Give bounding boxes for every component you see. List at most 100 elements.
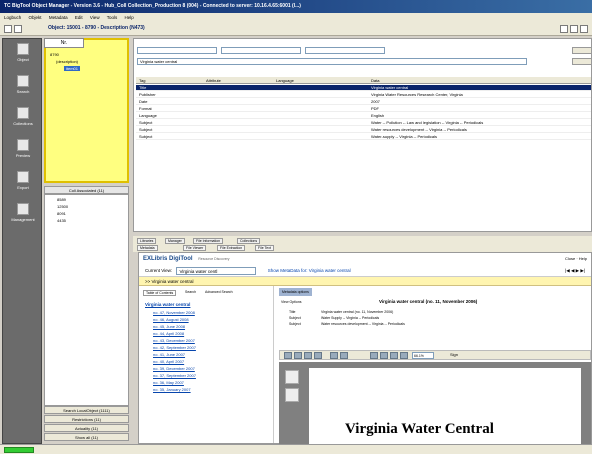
list-item[interactable]: 8091 xyxy=(57,211,66,216)
tree-node-description[interactable]: (description) xyxy=(56,59,78,64)
object-tree: 8790 (description) item01 xyxy=(44,38,129,183)
tab-collections[interactable]: Collections xyxy=(237,238,261,244)
zoom-select[interactable]: 66.1% xyxy=(412,352,434,359)
tab-toc[interactable]: Table of Contents xyxy=(143,290,177,296)
toc-item[interactable]: no. 40, April 2007 xyxy=(153,359,184,364)
menu-help[interactable]: Help xyxy=(125,15,134,20)
forward-icon[interactable] xyxy=(14,25,22,33)
toc-item[interactable]: no. 44, April 2008 xyxy=(153,331,184,336)
print-icon[interactable] xyxy=(570,25,578,33)
subtab-file-viewer[interactable]: File Viewer xyxy=(183,245,207,251)
col-data[interactable]: Data xyxy=(371,77,379,84)
save-icon[interactable] xyxy=(284,352,292,359)
subtab-metadata[interactable]: Metadata xyxy=(137,245,158,251)
toc-root[interactable]: Virginia water central xyxy=(145,302,190,307)
object-icon xyxy=(17,43,29,55)
list-header[interactable]: Coll Associated (11) xyxy=(44,186,129,194)
search-button[interactable] xyxy=(572,47,592,54)
hand-icon[interactable] xyxy=(380,352,388,359)
sidebar-item-preview[interactable]: Preview xyxy=(7,139,39,158)
pages-icon[interactable] xyxy=(285,370,299,384)
tab-manager[interactable]: Manager xyxy=(165,238,185,244)
menu-edit[interactable]: Edit xyxy=(75,15,83,20)
next-page-icon[interactable] xyxy=(340,352,348,359)
toc-item[interactable]: no. 47, November 2008 xyxy=(153,310,195,315)
close-help-links[interactable]: Close · Help xyxy=(565,253,587,265)
menu-logbuch[interactable]: Logbuch xyxy=(4,15,21,20)
sidebar-item-search[interactable]: Search xyxy=(7,75,39,94)
tree-node-selected[interactable]: item01 xyxy=(64,66,81,71)
col-tag[interactable]: Tag xyxy=(139,77,145,84)
table-row[interactable]: Subject Water resources development -- Vi… xyxy=(136,127,591,133)
list-item[interactable]: 4435 xyxy=(57,218,66,223)
back-icon[interactable] xyxy=(4,25,12,33)
restrictions-button[interactable]: Restrictions (11) xyxy=(44,415,129,423)
tab-libraries[interactable]: Libraries xyxy=(137,238,157,244)
email-icon[interactable] xyxy=(304,352,312,359)
subtab-file-extraction[interactable]: File Extraction xyxy=(217,245,246,251)
table-row[interactable]: Publisher Virginia Water Resources Resear… xyxy=(136,92,591,98)
list-item[interactable]: 12500 xyxy=(57,204,68,209)
connection-indicator xyxy=(4,447,34,453)
search-local-button[interactable]: Search LocalObject (1111) xyxy=(44,406,129,414)
toc-item[interactable]: no. 46, August 2008 xyxy=(153,317,189,322)
tab-advanced-search[interactable]: Advanced Search xyxy=(205,290,233,294)
table-row[interactable]: Title Virginia water central xyxy=(136,85,591,91)
viewer-banner: EXLibris DigiTool Resource Discovery Clo… xyxy=(139,253,591,265)
breadcrumb: >> Virginia water central xyxy=(139,277,591,286)
table-row[interactable]: Subject Water -- Pollution -- Law and leg… xyxy=(136,120,591,126)
show-metadata-link[interactable]: Show MetaData for: Virginia water centra… xyxy=(268,268,351,273)
current-view-label: Current View: xyxy=(145,268,173,273)
toc-item[interactable]: no. 45, June 2008 xyxy=(153,324,185,329)
table-row[interactable]: Format PDF xyxy=(136,106,591,112)
menu-bar: Logbuch Objekt Metadata Edit View Tools … xyxy=(0,13,592,22)
associated-list: 8589 12500 8091 4435 xyxy=(44,194,129,406)
table-row[interactable]: Language English xyxy=(136,113,591,119)
current-view-select[interactable]: Virginia water centl xyxy=(176,266,257,275)
filter-dropdown-1[interactable] xyxy=(137,47,217,54)
filter-dropdown-2[interactable] xyxy=(221,47,301,54)
select-icon[interactable] xyxy=(370,352,378,359)
search-icon[interactable] xyxy=(314,352,322,359)
menu-objekt[interactable]: Objekt xyxy=(29,15,42,20)
tab-search[interactable]: Search xyxy=(185,290,196,294)
zoom-in-icon[interactable] xyxy=(390,352,398,359)
toc-item[interactable]: no. 37, September 2007 xyxy=(153,373,196,378)
toc-item[interactable]: no. 36, May 2007 xyxy=(153,380,184,385)
actuality-button[interactable]: Actuality (11) xyxy=(44,424,129,432)
menu-metadata[interactable]: Metadata xyxy=(49,15,68,20)
menu-view[interactable]: View xyxy=(90,15,100,20)
view-options[interactable]: View Options xyxy=(281,300,302,304)
toc-item[interactable]: no. 41, June 2007 xyxy=(153,352,185,357)
menu-tools[interactable]: Tools xyxy=(107,15,118,20)
show-all-button[interactable]: Show all (11) xyxy=(44,433,129,441)
prev-page-icon[interactable] xyxy=(330,352,338,359)
pager-controls[interactable]: |◀ ◀ ▶ ▶| xyxy=(565,265,585,277)
tree-tab[interactable]: Nr. xyxy=(44,38,84,48)
sign-button[interactable]: Sign xyxy=(450,352,458,357)
clear-button[interactable] xyxy=(572,58,592,65)
table-row[interactable]: Subject Water-supply -- Virginia -- Perio… xyxy=(136,134,591,140)
zoom-out-icon[interactable] xyxy=(400,352,408,359)
sidebar-item-management[interactable]: Management xyxy=(7,203,39,222)
tree-node-root[interactable]: 8790 xyxy=(50,52,59,57)
toc-item[interactable]: no. 35, January 2007 xyxy=(153,387,191,392)
sidebar-item-export[interactable]: Export xyxy=(7,171,39,190)
table-row[interactable]: Date 2007 xyxy=(136,99,591,105)
filter-dropdown-3[interactable] xyxy=(305,47,385,54)
attachments-icon[interactable] xyxy=(285,388,299,402)
print-icon[interactable] xyxy=(294,352,302,359)
list-item[interactable]: 8589 xyxy=(57,197,66,202)
sidebar-item-collections[interactable]: Collections xyxy=(7,107,39,126)
help-icon[interactable] xyxy=(580,25,588,33)
toc-item[interactable]: no. 39, December 2007 xyxy=(153,366,195,371)
toc-item[interactable]: no. 42, September 2007 xyxy=(153,345,196,350)
filter-input[interactable]: Virginia water central xyxy=(137,58,527,65)
sidebar-item-object[interactable]: Object xyxy=(7,43,39,62)
subtab-file-text[interactable]: File Text xyxy=(255,245,274,251)
metadata-options-tab[interactable]: Metadata options xyxy=(279,288,312,296)
col-language[interactable]: Language xyxy=(276,77,294,84)
tab-file-information[interactable]: File Information xyxy=(193,238,224,244)
col-attribute[interactable]: Attribute xyxy=(206,77,221,84)
toc-item[interactable]: no. 43, December 2007 xyxy=(153,338,195,343)
